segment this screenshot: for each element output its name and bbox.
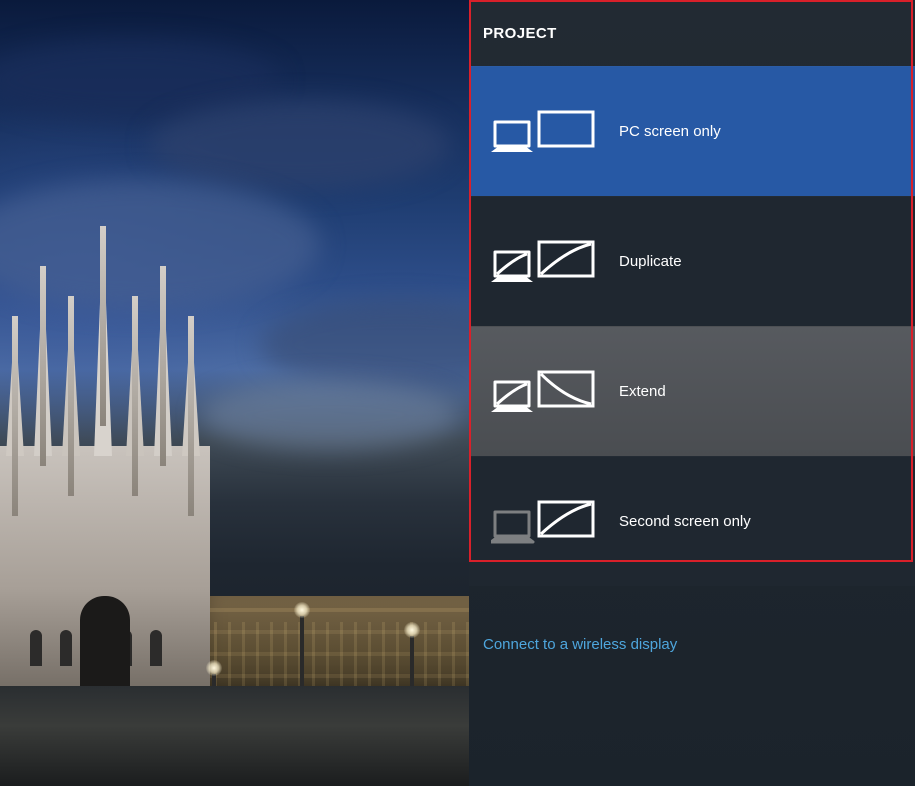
duplicate-icon	[491, 235, 599, 289]
project-option-extend[interactable]: Extend	[469, 326, 915, 456]
project-option-duplicate[interactable]: Duplicate	[469, 196, 915, 326]
connect-wireless-display-link[interactable]: Connect to a wireless display	[469, 586, 915, 653]
cathedral-silhouette	[0, 266, 210, 706]
extend-icon	[491, 365, 599, 419]
pc-screen-only-icon	[491, 105, 599, 159]
project-option-label: Second screen only	[619, 513, 751, 530]
project-option-label: Duplicate	[619, 253, 682, 270]
project-option-pc-screen-only[interactable]: PC screen only	[469, 66, 915, 196]
project-option-label: PC screen only	[619, 123, 721, 140]
panel-title: PROJECT	[469, 0, 915, 66]
project-panel: PROJECT PC screen only	[469, 0, 915, 786]
project-option-label: Extend	[619, 383, 666, 400]
desktop-wallpaper	[0, 0, 470, 786]
second-screen-only-icon	[491, 495, 599, 549]
project-option-second-screen-only[interactable]: Second screen only	[469, 456, 915, 586]
